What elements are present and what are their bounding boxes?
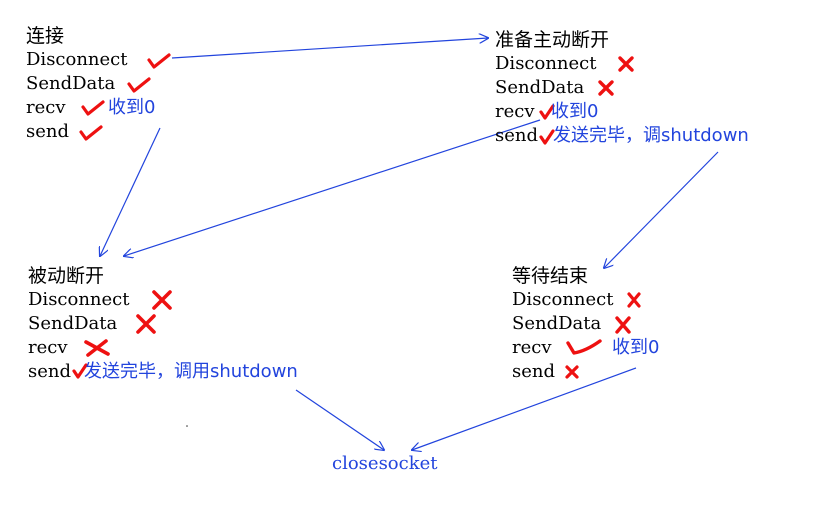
closesocket-label: closesocket [332,453,438,474]
row-recv: recv 收到0 [26,96,155,120]
recv-note: 收到0 [612,337,660,358]
cross-mark-icon [598,80,614,96]
state-title: 连接 [26,25,65,47]
method-label: send [495,125,539,146]
send-note: 发送完毕，调用shutdown [84,361,298,382]
method-label: SendData [28,313,118,334]
cross-mark-icon [615,316,631,334]
cross-mark-icon [565,365,579,379]
cross-mark-icon [136,314,156,334]
state-title: 准备主动断开 [495,29,610,51]
row-recv: recv 收到0 [512,336,659,360]
state-active-close: 准备主动断开 Disconnect SendData recv 收到0 send… [495,28,749,148]
state-title: 被动断开 [28,265,105,287]
arrow-connected-to-passive-close [100,127,161,256]
recv-note: 收到0 [551,101,599,122]
method-label: send [512,361,556,382]
check-mark-icon [147,53,171,69]
row-recv: recv [28,336,130,360]
cross-mark-icon [627,292,641,308]
method-label: Disconnect [512,289,614,310]
recv-note: 收到0 [108,97,156,118]
check-mark-icon [127,77,151,93]
row-recv: recv 收到0 [495,100,609,124]
method-label: recv [512,337,552,358]
state-passive-close: 被动断开 Disconnect SendData recv send 发送完毕，… [28,264,298,384]
cross-mark-icon [152,290,172,310]
cross-mark-icon [618,56,634,72]
method-label: recv [28,337,68,358]
method-label: recv [495,101,535,122]
check-mark-icon [566,339,602,355]
method-label: Disconnect [28,289,130,310]
arrow-connected-to-active-close [171,38,488,59]
state-wait-end: 等待结束 Disconnect SendData recv 收到0 send [512,264,659,384]
cross-mark-icon [84,339,110,357]
arrow-active-close-to-wait-end [604,151,719,268]
row-disconnect: Disconnect [495,52,634,76]
method-label: send [28,361,72,382]
method-label: recv [26,97,66,118]
row-send: send [26,120,128,144]
method-label: Disconnect [495,53,597,74]
check-mark-icon [81,100,105,116]
method-label: SendData [495,77,585,98]
row-send: send [512,360,614,384]
state-title: 等待结束 [512,265,589,287]
method-label: SendData [512,313,602,334]
row-senddata: SendData [28,312,156,336]
arrow-passive-close-to-closesocket [295,389,384,450]
stray-dot [186,425,188,427]
row-senddata: SendData [495,76,614,100]
row-send: send 发送完毕，调shutdown [495,124,749,148]
method-label: send [26,121,70,142]
row-disconnect: Disconnect [28,288,172,312]
row-disconnect: Disconnect [26,48,171,72]
row-send: send 发送完毕，调用shutdown [28,360,298,384]
method-label: Disconnect [26,49,128,70]
check-mark-icon [79,125,103,141]
send-note: 发送完毕，调shutdown [553,125,749,146]
state-connected: 连接 Disconnect SendData recv 收到0 send [26,24,171,144]
row-senddata: SendData [26,72,151,96]
method-label: SendData [26,73,116,94]
arrow-active-close-to-passive-close [124,119,541,256]
row-disconnect: Disconnect [512,288,641,312]
row-senddata: SendData [512,312,631,336]
